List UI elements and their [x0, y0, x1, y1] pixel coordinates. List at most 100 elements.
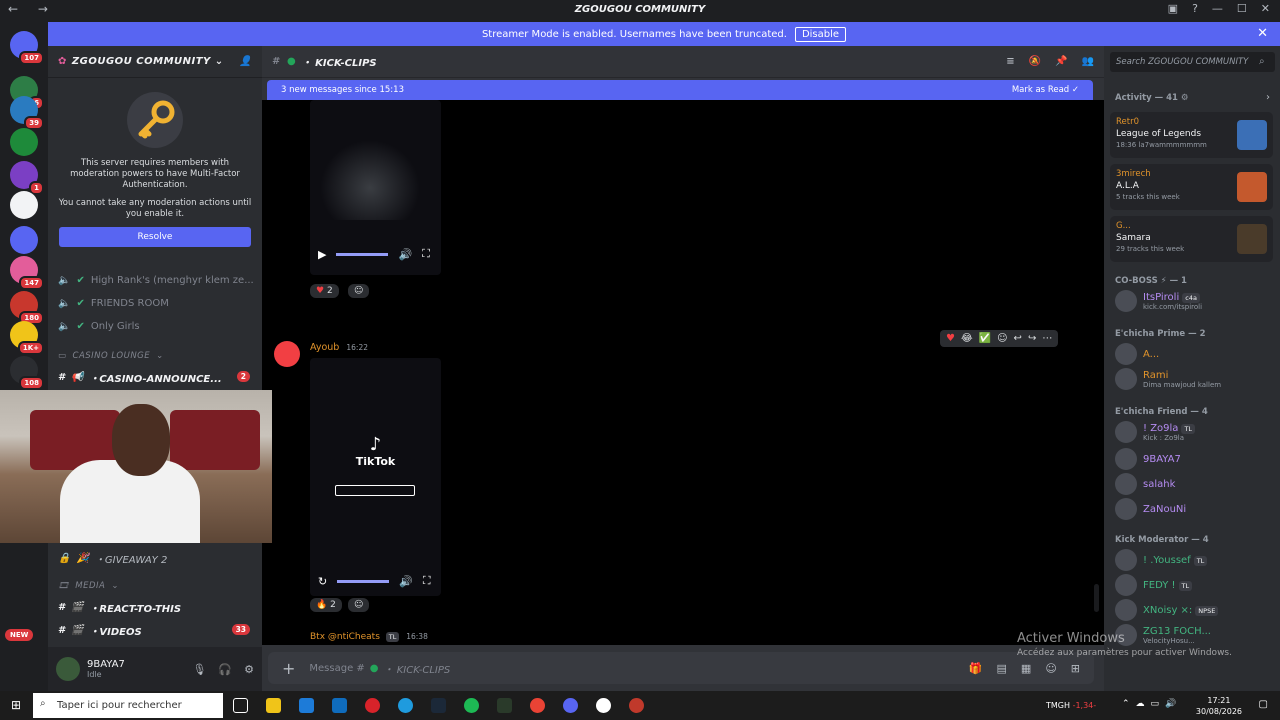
channel-giveaway[interactable]: 🔒 🎉 ・GIVEAWAY 2	[58, 551, 167, 566]
member-item[interactable]: ItsPiroli c4a kick.com/itspiroli	[1115, 290, 1202, 312]
app-icon[interactable]	[497, 698, 512, 713]
server-icon[interactable]: 1K+	[10, 321, 44, 355]
inbox-icon[interactable]: ▣	[1168, 2, 1178, 15]
avatar[interactable]	[274, 341, 300, 367]
system-tray[interactable]: ⌃☁▭🔊	[1122, 699, 1182, 709]
clock[interactable]: 17:21 30/08/2026	[1196, 695, 1242, 717]
help-icon[interactable]: ?	[1192, 2, 1198, 15]
emoji-icon[interactable]: ☺	[1045, 662, 1056, 675]
scrollbar[interactable]	[1094, 584, 1099, 612]
add-member-icon[interactable]: 👤	[239, 56, 252, 67]
server-icon[interactable]: 147	[10, 256, 44, 290]
reaction-heart[interactable]: ♥ 2	[310, 284, 339, 298]
chrome-icon[interactable]	[530, 698, 545, 713]
video-attachment[interactable]: ▶ 🔊 ⛶	[310, 100, 441, 275]
member-item[interactable]: ZaNouNi	[1115, 498, 1186, 520]
obs-icon[interactable]	[596, 698, 611, 713]
member-item[interactable]: ! .Youssef TL	[1115, 549, 1208, 571]
activity-card[interactable]: Retr0 League of Legends 18:36 la7wammmmmmm	[1110, 112, 1273, 158]
member-item[interactable]: Rami Dima mawjoud kallem	[1115, 368, 1221, 390]
steam-icon[interactable]	[431, 698, 446, 713]
chevron-right-icon[interactable]: ›	[1266, 92, 1270, 103]
message-author[interactable]: Ayoub	[310, 342, 339, 353]
search-input[interactable]: Search ZGOUGOU COMMUNITY	[1110, 52, 1275, 72]
laugh-icon[interactable]: 😂	[961, 333, 973, 344]
notifications-icon[interactable]: ▢	[1259, 699, 1268, 710]
fullscreen-icon[interactable]: ⛶	[423, 574, 431, 588]
volume-icon[interactable]: 🔊	[398, 248, 412, 261]
app-icon[interactable]	[629, 698, 644, 713]
seek-bar[interactable]	[337, 579, 390, 583]
task-view-icon[interactable]	[233, 698, 248, 713]
gear-icon[interactable]: ⚙	[244, 663, 254, 676]
resolve-button[interactable]: Resolve	[59, 227, 251, 247]
category-media[interactable]: 🎞 MEDIA ⌄	[58, 581, 119, 591]
gift-icon[interactable]: 🎁	[969, 662, 983, 675]
reply-icon[interactable]: ↩	[1014, 333, 1022, 344]
server-icon[interactable]: 107	[10, 31, 44, 65]
minimize-icon[interactable]: —	[1212, 2, 1223, 15]
activity-card[interactable]: 3mirech A.L.A 5 tracks this week	[1110, 164, 1273, 210]
forward-icon[interactable]: ↪	[1028, 333, 1036, 344]
gif-icon[interactable]: ▤	[997, 662, 1007, 675]
add-reaction-button[interactable]: ☺	[348, 598, 370, 612]
window-controls[interactable]: ▣ ? — ☐ ✕	[1168, 2, 1270, 15]
windows-start-icon[interactable]: ⊞	[11, 698, 21, 712]
activity-card[interactable]: G... Samara 29 tracks this week	[1110, 216, 1273, 262]
voice-channel[interactable]: 🔈 ✔ Only Girls	[58, 321, 140, 332]
more-icon[interactable]: ⋯	[1042, 333, 1052, 344]
new-messages-bar[interactable]: 3 new messages since 15:13 Mark as Read …	[267, 80, 1093, 100]
store-icon[interactable]	[299, 698, 314, 713]
server-icon[interactable]	[10, 128, 38, 156]
member-item[interactable]: A...	[1115, 343, 1159, 365]
channel-casino-announce[interactable]: # 📢 ・CASINO-ANNOUNCE...	[58, 370, 222, 385]
maximize-icon[interactable]: ☐	[1237, 2, 1247, 15]
message-composer[interactable]: + Message # ● ・ KICK-CLIPS 🎁 ▤ ▦ ☺ ⊞	[268, 652, 1094, 684]
stock-ticker[interactable]: TMGH -1,34-	[1046, 701, 1096, 710]
apps-icon[interactable]: ⊞	[1071, 662, 1080, 675]
members-icon[interactable]: 👥	[1082, 56, 1094, 67]
member-item[interactable]: salahk	[1115, 473, 1175, 495]
category-casino[interactable]: ▭ CASINO LOUNGE ⌄	[58, 351, 164, 361]
server-icon[interactable]: 39	[10, 96, 44, 130]
threads-icon[interactable]: ≡	[1006, 56, 1014, 67]
add-reaction-button[interactable]: ☺	[348, 284, 370, 298]
edge-icon[interactable]	[398, 698, 413, 713]
server-icon[interactable]: 108	[10, 356, 44, 390]
server-header[interactable]: ✿ ZGOUGOU COMMUNITY ⌄ 👤	[48, 46, 262, 78]
mute-icon[interactable]: 🔕	[1029, 56, 1041, 67]
taskbar-search[interactable]: ⌕ Taper ici pour rechercher	[33, 693, 223, 718]
opera-icon[interactable]	[365, 698, 380, 713]
message-author[interactable]: Btx @ntiCheats	[310, 632, 380, 642]
add-attachment-icon[interactable]: +	[282, 659, 295, 678]
channel-react[interactable]: # 🎬 ・REACT-TO-THIS	[58, 600, 181, 615]
pin-icon[interactable]: 📌	[1055, 56, 1067, 67]
headphones-icon[interactable]: 🎧	[218, 663, 232, 676]
mark-as-read-button[interactable]: Mark as Read ✓	[1012, 85, 1079, 95]
member-item[interactable]: XNoisy ×: NPSE	[1115, 599, 1219, 621]
server-icon[interactable]	[10, 191, 38, 219]
seek-bar[interactable]	[336, 252, 389, 256]
banner-close-icon[interactable]: ✕	[1257, 26, 1268, 41]
disable-button[interactable]: Disable	[794, 26, 847, 42]
replay-icon[interactable]: ↻	[318, 575, 327, 588]
tiktok-video[interactable]: ♪ TikTok ↻ 🔊 ⛶	[310, 358, 441, 596]
server-icon[interactable]: 1	[10, 161, 44, 195]
channel-videos[interactable]: # 🎬 ・VIDEOS	[58, 623, 142, 638]
volume-icon[interactable]: 🔊	[399, 575, 413, 588]
member-item[interactable]: FEDY ! TL	[1115, 574, 1193, 596]
check-icon[interactable]: ✅	[979, 333, 991, 344]
discord-icon[interactable]	[563, 698, 578, 713]
voice-channel[interactable]: 🔈 ✔ FRIENDS ROOM	[58, 298, 169, 309]
member-item[interactable]: ! Zo9la TL Kick : Zo9la	[1115, 421, 1196, 443]
avatar[interactable]	[56, 657, 80, 681]
fullscreen-icon[interactable]: ⛶	[422, 247, 430, 261]
sticker-icon[interactable]: ▦	[1021, 662, 1031, 675]
gear-icon[interactable]: ⚙	[1181, 93, 1189, 103]
voice-channel[interactable]: 🔈 ✔ High Rank's (menghyr klem ze...	[58, 275, 254, 286]
mail-icon[interactable]	[332, 698, 347, 713]
reaction-fire[interactable]: 🔥 2	[310, 598, 342, 612]
play-icon[interactable]: ▶	[318, 248, 326, 261]
spotify-icon[interactable]	[464, 698, 479, 713]
server-icon[interactable]: 180	[10, 291, 44, 325]
